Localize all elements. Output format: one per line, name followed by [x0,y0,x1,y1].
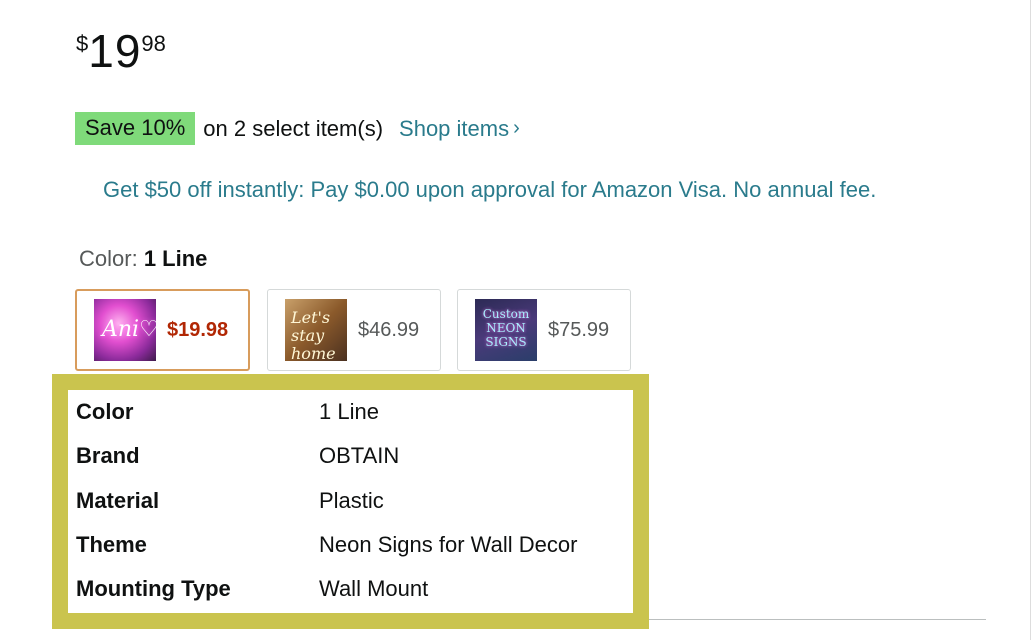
spec-value: Neon Signs for Wall Decor [319,532,578,557]
spec-value: 1 Line [319,399,379,424]
product-price: $ 19 98 [76,28,166,74]
swatch-thumb-text: Ani♡ [102,317,156,342]
save-badge: Save 10% [75,112,196,145]
product-specs-table: Color 1 Line Brand OBTAIN Material Plast… [68,390,633,613]
price-whole: 19 [88,25,142,77]
spec-value: Plastic [319,488,384,513]
color-label: Color: 1 Line [79,246,207,272]
spec-key: Mounting Type [76,576,231,601]
savings-row: Save 10% on 2 select item(s) Shop items … [75,112,520,145]
shop-items-link[interactable]: Shop items › [399,116,520,142]
color-swatch-3[interactable]: Custom NEON SIGNS $75.99 [457,289,631,371]
swatch-thumb-text: Custom NEON SIGNS [482,307,530,349]
swatch-thumbnail: Custom NEON SIGNS [475,299,537,361]
swatch-price: $46.99 [358,318,420,341]
section-divider [649,619,986,620]
price-fraction: 98 [141,31,166,56]
spec-value: OBTAIN [319,443,400,468]
swatch-thumb-text: Let's stay home baby [291,308,336,362]
spec-value: Wall Mount [319,576,429,601]
visa-offer-link[interactable]: Get $50 off instantly: Pay $0.00 upon ap… [103,177,876,203]
chevron-right-icon: › [513,117,520,139]
spec-key: Theme [76,532,147,557]
color-selected-value: 1 Line [143,246,208,271]
color-swatch-2[interactable]: Let's stay home baby $46.99 [267,289,441,371]
spec-key: Color [76,399,134,424]
swatch-thumbnail: Ani♡ [94,299,156,361]
product-buybox: $ 19 98 Save 10% on 2 select item(s) Sho… [0,0,1036,640]
spec-key: Material [76,488,160,513]
shop-items-label: Shop items [399,115,510,141]
price-symbol: $ [76,31,89,56]
savings-text: on 2 select item(s) [203,115,384,141]
swatch-price: $19.98 [167,318,229,341]
scroll-edge [1030,0,1031,640]
color-swatch-1-line[interactable]: Ani♡ $19.98 [75,289,250,371]
spec-key: Brand [76,443,140,468]
swatch-price: $75.99 [548,318,610,341]
swatch-thumbnail: Let's stay home baby [285,299,347,361]
color-label-prefix: Color: [79,246,138,271]
